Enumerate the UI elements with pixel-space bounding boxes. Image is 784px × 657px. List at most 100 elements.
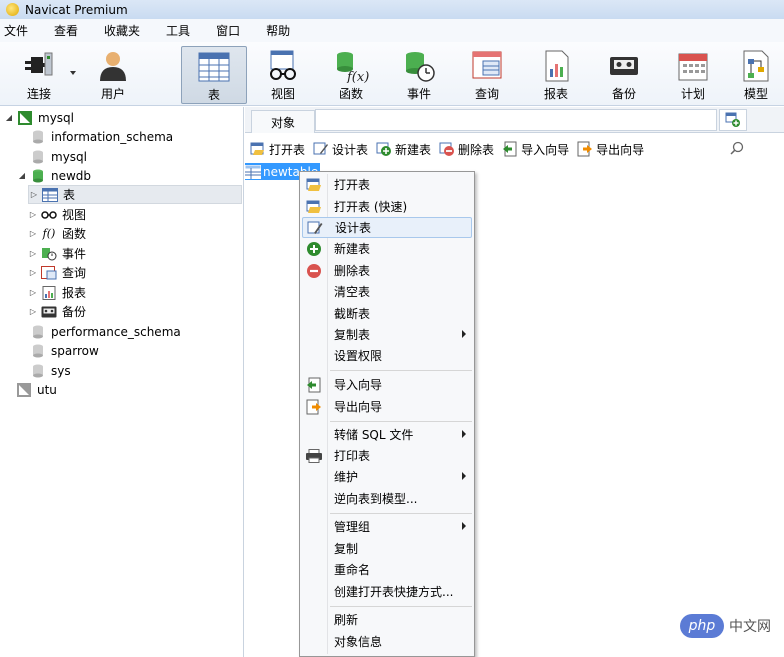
menu-open-table[interactable]: 打开表 — [302, 174, 472, 195]
tree-database-information-schema[interactable]: information_schema — [30, 127, 173, 146]
database-open-icon — [30, 168, 46, 184]
menu-truncate-table[interactable]: 截断表 — [302, 303, 472, 324]
function-label: 函数 — [338, 87, 363, 101]
tree-connection-label: mysql — [38, 110, 74, 125]
tree-node-tables[interactable]: ▷ 表 — [28, 185, 242, 204]
query-icon — [41, 265, 57, 281]
tree-database-sys[interactable]: sys — [30, 361, 71, 380]
menu-view[interactable]: 查看 — [50, 22, 90, 39]
view-button[interactable]: 视图 — [250, 46, 316, 104]
tab-objects[interactable]: 对象 — [251, 110, 315, 133]
export-wizard-button[interactable]: 导出向导 — [577, 141, 644, 158]
model-button[interactable]: 模型 — [728, 46, 784, 104]
menu-rename[interactable]: 重命名 — [302, 559, 472, 580]
import-wizard-label: 导入向导 — [521, 142, 570, 157]
menu-import-wizard[interactable]: 导入向导 — [302, 374, 472, 395]
tree-connection-utu[interactable]: utu — [16, 380, 57, 399]
expanded-arrow-icon[interactable]: ◢ — [17, 171, 27, 181]
tree-node-functions[interactable]: ▷ f() 函数 — [28, 224, 86, 243]
user-button[interactable]: 用户 — [80, 46, 146, 104]
menu-create-shortcut[interactable]: 创建打开表快捷方式... — [302, 581, 472, 602]
collapsed-arrow-icon[interactable]: ▷ — [28, 288, 38, 298]
menu-tools[interactable]: 工具 — [162, 22, 202, 39]
delete-table-icon — [307, 263, 321, 278]
tree-database-performance-schema[interactable]: performance_schema — [30, 322, 181, 341]
collapsed-arrow-icon[interactable]: ▷ — [28, 268, 38, 278]
backup-button[interactable]: 备份 — [591, 46, 657, 104]
import-wizard-button[interactable]: 导入向导 — [502, 141, 569, 158]
menu-window[interactable]: 窗口 — [212, 22, 252, 39]
connection-button[interactable]: 连接 — [6, 46, 72, 104]
open-table-fast-icon — [306, 200, 321, 213]
collapsed-arrow-icon[interactable]: ▷ — [28, 249, 38, 259]
query-label: 查询 — [474, 87, 499, 101]
table-icon — [42, 187, 58, 203]
tree-node-reports[interactable]: ▷ 报表 — [28, 283, 86, 302]
tree-node-queries[interactable]: ▷ 查询 — [28, 263, 86, 282]
tree-node-label: 视图 — [62, 208, 87, 222]
search-icon[interactable] — [730, 141, 744, 155]
menu-delete-table[interactable]: 删除表 — [302, 260, 472, 281]
new-table-label: 新建表 — [395, 142, 432, 157]
collapsed-arrow-icon[interactable]: ▷ — [28, 210, 38, 220]
table-button[interactable]: 表 — [181, 46, 247, 104]
connection-dropdown-icon[interactable] — [70, 71, 76, 75]
menu-label: 打开表 (快速) — [334, 200, 408, 214]
new-table-button[interactable]: 新建表 — [376, 141, 431, 158]
schedule-button[interactable]: 计划 — [660, 46, 726, 104]
menu-maintain[interactable]: 维护 — [302, 466, 472, 487]
backup-label: 备份 — [611, 87, 636, 101]
tree-database-newdb[interactable]: ◢ newdb — [17, 166, 91, 185]
tree-database-sparrow[interactable]: sparrow — [30, 341, 99, 360]
menu-copy[interactable]: 复制 — [302, 538, 472, 559]
menu-object-info[interactable]: 对象信息 — [302, 631, 472, 652]
query-button[interactable]: 查询 — [454, 46, 520, 104]
collapsed-arrow-icon[interactable]: ▷ — [29, 190, 39, 200]
event-button[interactable]: 事件 — [386, 46, 452, 104]
collapsed-arrow-icon[interactable]: ▷ — [28, 307, 38, 317]
report-button[interactable]: 报表 — [523, 46, 589, 104]
menu-manage-group[interactable]: 管理组 — [302, 516, 472, 537]
menu-design-table[interactable]: 设计表 — [302, 217, 472, 238]
menu-empty-table[interactable]: 清空表 — [302, 281, 472, 302]
connection-tree[interactable]: ◢ mysql information_schema mysql ◢ newdb… — [0, 107, 244, 657]
function-button[interactable]: f(x) 函数 — [318, 46, 384, 104]
new-tab-button[interactable] — [719, 109, 747, 131]
tree-node-backups[interactable]: ▷ 备份 — [28, 302, 86, 321]
collapsed-arrow-icon[interactable]: ▷ — [28, 229, 38, 239]
menu-help[interactable]: 帮助 — [262, 22, 302, 39]
open-table-label: 打开表 — [269, 142, 306, 157]
tree-node-views[interactable]: ▷ 视图 — [28, 205, 86, 224]
tree-node-events[interactable]: ▷ 事件 — [28, 244, 86, 263]
menu-favorites[interactable]: 收藏夹 — [100, 22, 152, 39]
menu-file[interactable]: 文件 — [0, 22, 40, 39]
new-table-icon — [307, 241, 321, 256]
menu-new-table[interactable]: 新建表 — [302, 238, 472, 259]
tree-database-label: information_schema — [51, 129, 174, 144]
expanded-arrow-icon[interactable]: ◢ — [4, 113, 14, 123]
delete-table-button[interactable]: 删除表 — [439, 141, 494, 158]
table-label: 表 — [207, 88, 220, 102]
menu-separator — [330, 370, 472, 371]
menu-duplicate-table[interactable]: 复制表 — [302, 324, 472, 345]
tree-database-label: performance_schema — [51, 324, 181, 339]
menu-reverse-to-model[interactable]: 逆向表到模型... — [302, 488, 472, 509]
tree-connection-mysql[interactable]: ◢ mysql — [4, 108, 74, 127]
menu-open-table-fast[interactable]: 打开表 (快速) — [302, 196, 472, 217]
database-icon — [30, 324, 46, 340]
open-table-button[interactable]: 打开表 — [250, 141, 305, 158]
menu-set-permissions[interactable]: 设置权限 — [302, 345, 472, 366]
menu-label: 设计表 — [335, 221, 372, 235]
menu-dump-sql[interactable]: 转储 SQL 文件 — [302, 424, 472, 445]
function-icon: f(x) — [337, 52, 369, 83]
model-icon — [743, 50, 769, 82]
menu-refresh[interactable]: 刷新 — [302, 609, 472, 630]
context-menu: 打开表 打开表 (快速) 设计表 新建表 删除表 清空表 截断表 复制表 设置权… — [299, 171, 475, 657]
design-table-button[interactable]: 设计表 — [313, 141, 368, 158]
menu-print-table[interactable]: 打印表 — [302, 445, 472, 466]
menu-export-wizard[interactable]: 导出向导 — [302, 396, 472, 417]
object-tab-bar: 对象 — [245, 107, 784, 133]
tree-database-mysql[interactable]: mysql — [30, 147, 87, 166]
tree-connection-label: utu — [37, 382, 57, 397]
menu-label: 删除表 — [334, 264, 371, 278]
